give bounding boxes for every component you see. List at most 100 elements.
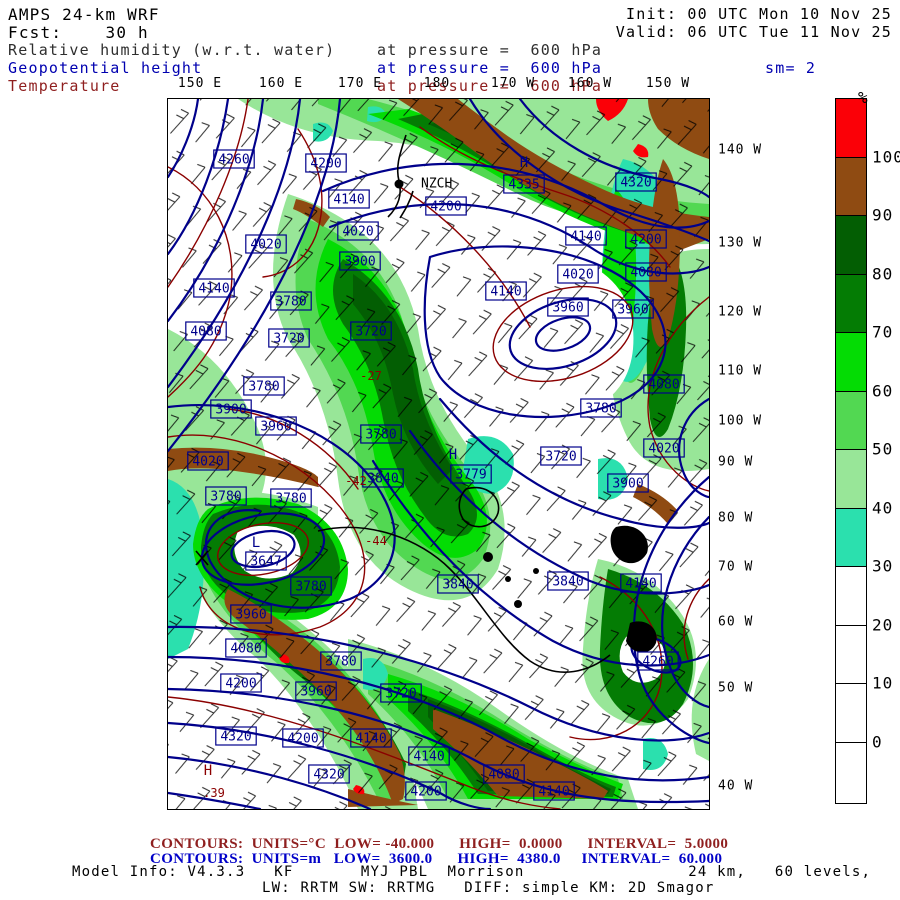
colorbar-segment [836,216,866,275]
lon-label-right: 140 W [718,143,762,158]
temperature-label: -27 [360,369,382,383]
height-label: 3780 [325,655,356,670]
colorbar-ticks: 1009080706050403020100 [872,98,900,802]
colorbar-unit-label: % [858,88,868,107]
height-label: 4140 [198,282,229,297]
colorbar-segment [836,684,866,743]
amps-wrf-plot: { "header": { "model": "AMPS 24-km WRF",… [0,0,900,900]
height-label: 3840 [552,575,583,590]
model-info-line: Model Info: V4.3.3 KF MYJ PBL Morrison 2… [72,864,871,881]
height-label: 3900 [612,477,643,492]
colorbar-tick-label: 100 [872,147,900,166]
height-label: 4200 [630,233,661,248]
height-label: 4320 [220,730,251,745]
smoothing-label: sm= 2 [765,60,816,77]
lon-label-right: 110 W [718,364,762,379]
height-label: 3780 [295,580,326,595]
colorbar-segment [836,99,866,158]
height-label: 4140 [355,732,386,747]
lon-label-top: 150 W [646,76,690,91]
forecast-hour: Fcst: 30 h [8,24,149,41]
pressure-center-marker: H [520,155,528,171]
height-label: 3780 [248,380,279,395]
pressure-center-marker: L [252,535,260,551]
height-label: 4200 [430,200,461,215]
height-label: 3780 [275,295,306,310]
height-label: 4020 [192,455,223,470]
colorbar-segment [836,567,866,626]
height-label: 4020 [250,238,281,253]
height-label: 3647 [250,555,281,570]
colorbar-tick-label: 60 [872,381,893,400]
colorbar-tick-label: 80 [872,264,893,283]
lon-label-right: 80 W [718,511,753,526]
height-label: 3960 [617,303,648,318]
map-panel: 4260420041404020402039004140433543204200… [167,98,710,810]
height-label: 4200 [310,157,341,172]
lon-label-right: 70 W [718,560,753,575]
weather-map-canvas: 4260420041404020402039004140433543204200… [168,99,709,809]
height-label: 3960 [260,420,291,435]
height-label: 4140 [413,750,444,765]
humidity-colorbar [835,98,867,804]
colorbar-segment [836,509,866,568]
valid-time: Valid: 06 UTC Tue 11 Nov 25 [616,24,892,41]
height-label: 3720 [273,332,304,347]
lon-label-top: 160 E [259,76,303,91]
height-label: 4200 [410,785,441,800]
colorbar-tick-label: 70 [872,323,893,342]
height-label: 3720 [545,450,576,465]
lon-label-top: 180 [424,76,450,91]
lon-label-right: 40 W [718,779,753,794]
height-label: 4260 [642,655,673,670]
longitude-axis-right: 140 W130 W120 W110 W100 W90 W80 W70 W60 … [712,98,782,808]
temperature-label: .39 [203,786,225,800]
height-label: 3780 [585,402,616,417]
height-label: 3900 [215,403,246,418]
height-label: 3960 [552,301,583,316]
longitude-axis-top: 150 E160 E170 E180170 W160 W150 W [167,76,708,94]
lon-label-right: 90 W [718,455,753,470]
pressure-center-marker: H [449,447,457,463]
colorbar-tick-label: 20 [872,615,893,634]
lon-label-top: 170 W [491,76,535,91]
colorbar-tick-label: 50 [872,440,893,459]
height-label: 4020 [562,268,593,283]
height-label: 4020 [648,442,679,457]
height-label: 4140 [570,230,601,245]
height-label: 4080 [648,378,679,393]
pressure-center-marker: H [204,763,212,779]
height-label: 3840 [442,578,473,593]
colorbar-tick-label: 30 [872,557,893,576]
lon-label-top: 160 W [568,76,612,91]
height-label: 4080 [630,266,661,281]
height-label: 3780 [210,490,241,505]
height-label: 4080 [230,642,261,657]
height-label: 3960 [235,608,266,623]
lon-label-top: 150 E [178,76,222,91]
height-label: 3720 [385,687,416,702]
colorbar-segment [836,158,866,217]
height-label: 4140 [333,193,364,208]
height-label: 3779 [455,468,486,483]
physics-info-line: LW: RRTM SW: RRTMG DIFF: simple KM: 2D S… [262,880,715,897]
height-label: 3780 [275,492,306,507]
lon-label-right: 120 W [718,305,762,320]
init-time: Init: 00 UTC Mon 10 Nov 25 [626,6,892,23]
temperature-label: -42 [345,474,367,488]
height-label: 4140 [625,577,656,592]
field-temperature-label: Temperature [8,78,121,95]
colorbar-tick-label: 40 [872,498,893,517]
colorbar-segment [836,333,866,392]
height-label: 3840 [367,472,398,487]
colorbar-segment [836,743,866,802]
height-label: 4080 [488,768,519,783]
colorbar-tick-label: 90 [872,206,893,225]
colorbar-tick-label: 10 [872,674,893,693]
height-label: 4320 [620,176,651,191]
lon-label-right: 130 W [718,236,762,251]
height-label: 4140 [490,285,521,300]
field-height-label: Geopotential height [8,60,202,77]
colorbar-segment [836,450,866,509]
height-label: 4260 [218,153,249,168]
